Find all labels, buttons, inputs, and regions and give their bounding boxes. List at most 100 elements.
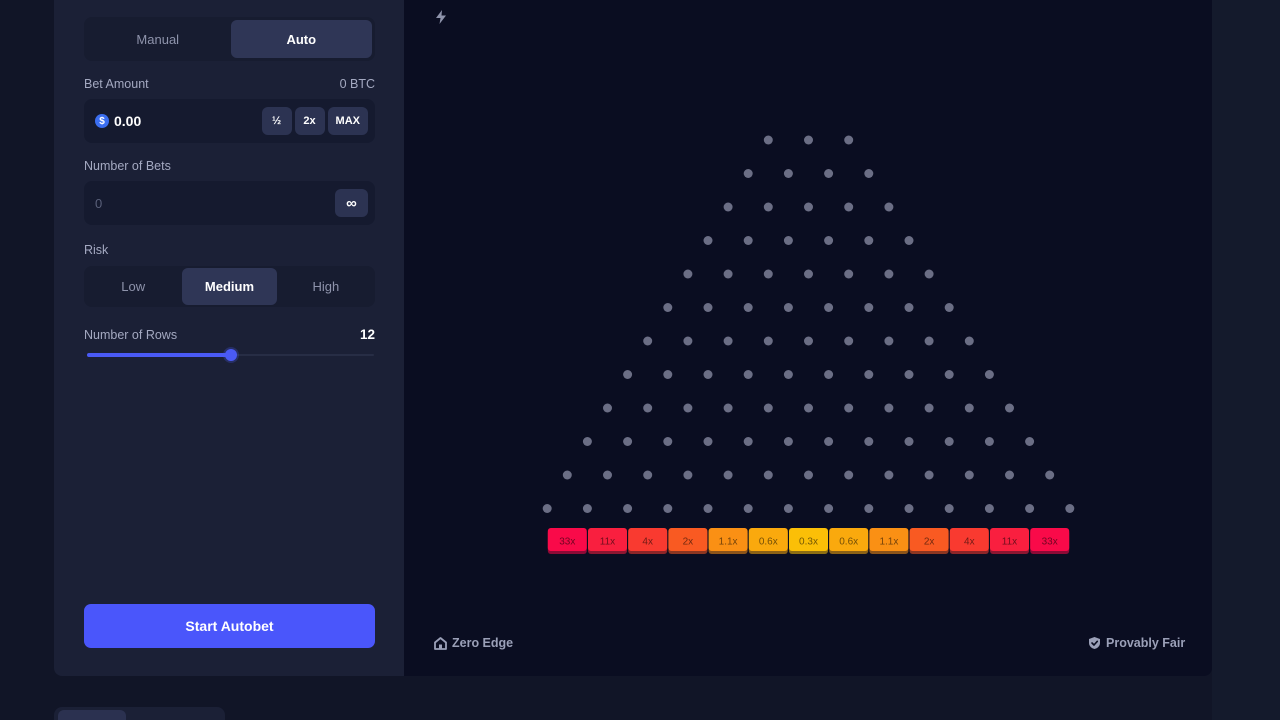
plinko-pin (1025, 437, 1035, 446)
plinko-pin (643, 336, 653, 346)
risk-low-option[interactable]: Low (86, 268, 180, 305)
plinko-pin (542, 504, 552, 513)
plinko-pin (904, 370, 914, 379)
plinko-pin (944, 303, 954, 312)
plinko-pin (964, 336, 974, 346)
right-gutter (1212, 0, 1280, 720)
multiplier-label: 1.1x (879, 537, 898, 548)
multiplier-bucket: 0.6x (829, 528, 869, 554)
tab-auto[interactable]: Auto (230, 20, 372, 58)
multiplier-label: 11x (600, 537, 615, 548)
start-autobet-button[interactable]: Start Autobet (84, 604, 375, 648)
shield-check-icon (1089, 637, 1100, 649)
plinko-pin (804, 470, 813, 480)
plinko-board: 33x 11x 4x 2x 1.1x 0.6x 0.3x 0.6x 1.1x 2x 4x 11x 33x (542, 135, 1075, 554)
multiplier-label: 33x (559, 537, 575, 548)
half-bet-button[interactable]: ½ (261, 107, 292, 135)
plinko-pin (562, 470, 572, 480)
bet-control-panel: Manual Auto Bet Amount 0 BTC $ 0.00 ½ 2x… (54, 0, 404, 676)
risk-header: Risk (84, 243, 375, 257)
plinko-pin (683, 269, 693, 279)
plinko-pin (683, 470, 693, 480)
plinko-pin (623, 370, 633, 379)
multiplier-label: 0.6x (759, 537, 778, 548)
plinko-pin (944, 370, 954, 379)
provably-fair-link[interactable]: Provably Fair (1088, 636, 1185, 650)
multiplier-label: 1.1x (719, 537, 738, 548)
plinko-pin (804, 336, 813, 346)
risk-medium-option[interactable]: Medium (182, 268, 277, 305)
plinko-pin (824, 437, 834, 446)
number-of-bets-input[interactable]: 0 (95, 196, 335, 211)
bet-amount-input[interactable]: 0.00 (114, 113, 259, 129)
plinko-pin (924, 403, 934, 413)
double-bet-button[interactable]: 2x (294, 107, 325, 135)
rows-value: 12 (359, 327, 375, 342)
bet-amount-label: Bet Amount (84, 77, 149, 91)
plinko-pin (844, 269, 854, 279)
plinko-pin (783, 169, 793, 178)
risk-label: Risk (84, 243, 109, 257)
multiplier-bucket: 33x (1030, 528, 1070, 554)
plinko-pin (743, 303, 753, 312)
plinko-pin (884, 202, 894, 212)
plinko-pin (904, 303, 914, 312)
plinko-pin (864, 437, 874, 446)
plinko-pin (884, 336, 894, 346)
number-of-bets-field[interactable]: 0 ∞ (84, 181, 375, 225)
plinko-pin (844, 135, 854, 145)
plinko-pin (703, 437, 713, 446)
multiplier-label: 11x (1002, 537, 1017, 548)
plinko-pin (924, 269, 934, 279)
slider-thumb[interactable] (224, 349, 237, 361)
plinko-pin (824, 169, 834, 178)
plinko-pin (884, 269, 894, 279)
multiplier-label: 4x (964, 537, 975, 548)
plinko-pin (743, 504, 753, 513)
plinko-pin (783, 370, 793, 379)
plinko-pin (904, 437, 914, 446)
multiplier-bucket: 2x (668, 528, 708, 554)
plinko-pin (864, 504, 874, 513)
plinko-pin (763, 135, 773, 145)
plinko-pin (683, 403, 693, 413)
infinity-button[interactable]: ∞ (335, 189, 368, 217)
rows-slider[interactable] (87, 349, 374, 361)
multiplier-bucket: 33x (547, 528, 587, 554)
plinko-pin (703, 236, 713, 245)
plinko-pin (984, 504, 994, 513)
risk-high-option[interactable]: High (279, 268, 373, 305)
multiplier-bucket: 4x (628, 528, 668, 554)
plinko-pin (924, 470, 934, 480)
plinko-pin (703, 303, 713, 312)
plinko-pin (783, 504, 793, 513)
bet-amount-field[interactable]: $ 0.00 ½ 2x MAX (84, 99, 375, 143)
plinko-pin (804, 202, 813, 212)
plinko-pin (723, 202, 733, 212)
rows-label: Number of Rows (84, 327, 178, 342)
multiplier-label: 4x (642, 537, 653, 548)
plinko-pin (582, 504, 592, 513)
plinko-pin (723, 403, 733, 413)
plinko-pin (864, 169, 874, 178)
plinko-pin (743, 169, 753, 178)
plinko-pin (723, 470, 733, 480)
max-bet-button[interactable]: MAX (327, 107, 368, 135)
plinko-pin (603, 403, 612, 413)
plinko-pin (643, 470, 653, 480)
bottom-tab-active[interactable] (58, 710, 126, 720)
plinko-pin (824, 303, 834, 312)
zero-edge-link[interactable]: Zero Edge (434, 636, 513, 650)
plinko-pin (824, 504, 834, 513)
plinko-board-area: 33x 11x 4x 2x 1.1x 0.6x 0.3x 0.6x 1.1x 2x 4x 11x 33x… (404, 0, 1212, 676)
tab-manual[interactable]: Manual (87, 20, 229, 58)
plinko-pin (804, 269, 813, 279)
multiplier-bucket: 11x (588, 528, 627, 554)
plinko-pin (844, 336, 854, 346)
plinko-pin (964, 470, 974, 480)
plinko-pin (663, 504, 673, 513)
plinko-pin (582, 437, 592, 446)
multiplier-label: 0.3x (799, 537, 818, 548)
plinko-pin (984, 437, 994, 446)
number-of-bets-header: Number of Bets (84, 159, 375, 173)
